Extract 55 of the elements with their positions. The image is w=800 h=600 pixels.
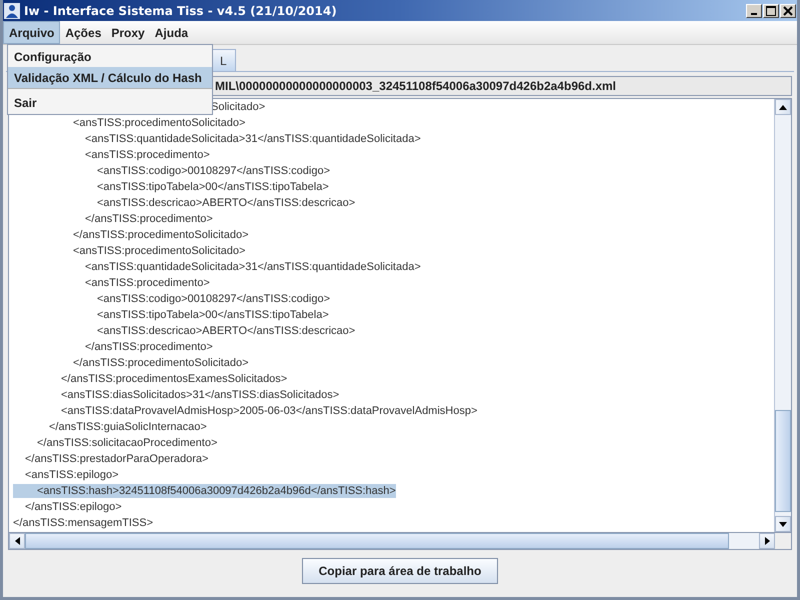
scroll-thumb[interactable] (25, 533, 729, 549)
xml-line: Solicitado> (211, 100, 266, 114)
xml-line: <ansTISS:descricao>ABERTO</ansTISS:descricao> (97, 324, 356, 338)
scroll-right-button[interactable] (759, 533, 775, 549)
close-icon (783, 6, 793, 16)
app-icon (4, 2, 20, 18)
scrollbar-corner (775, 533, 791, 549)
minimize-button[interactable] (746, 4, 762, 18)
left-arrow-icon (14, 537, 20, 545)
xml-line: <ansTISS:quantidadeSolicitada>31</ansTISS:quantidadeSolicitada> (85, 132, 421, 146)
menu-item[interactable]: Proxy (106, 21, 150, 44)
up-arrow-icon (779, 104, 787, 110)
menu-entry[interactable]: Validação XML / Cálculo do Hash (8, 67, 212, 89)
xml-line: <ansTISS:procedimentoSolicitado> (73, 116, 246, 130)
copy-button[interactable]: Copiar para área de trabalho (302, 558, 498, 584)
vertical-scrollbar[interactable] (774, 99, 791, 532)
xml-line: <ansTISS:tipoTabela>00</ansTISS:tipoTabela> (97, 180, 329, 194)
scroll-down-button[interactable] (775, 516, 791, 532)
right-arrow-icon (764, 537, 770, 545)
xml-line: </ansTISS:epilogo> (25, 500, 122, 514)
menu-item[interactable]: Ações (60, 21, 106, 44)
xml-line: <ansTISS:quantidadeSolicitada>31</ansTISS:quantidadeSolicitada> (85, 260, 421, 274)
maximize-icon (766, 6, 776, 16)
xml-line: </ansTISS:procedimentoSolicitado> (73, 356, 248, 370)
xml-line: <ansTISS:procedimento> (85, 276, 210, 290)
xml-line: </ansTISS:guiaSolicInternacao> (49, 420, 207, 434)
xml-line: </ansTISS:procedimentosExamesSolicitados> (61, 372, 288, 386)
menu-item[interactable]: Ajuda (150, 21, 194, 44)
xml-line: <ansTISS:codigo>00108297</ansTISS:codigo> (97, 292, 330, 306)
xml-line: <ansTISS:diasSolicitados>31</ansTISS:diasSolicitados> (61, 388, 340, 402)
xml-line: </ansTISS:solicitacaoProcedimento> (37, 436, 218, 450)
down-arrow-icon (779, 522, 787, 526)
tab[interactable]: L (211, 49, 236, 71)
xml-line: <ansTISS:codigo>00108297</ansTISS:codigo> (97, 164, 330, 178)
xml-line: </ansTISS:mensagemTISS> (13, 516, 154, 530)
window-title: Iw - Interface Sistema Tiss - v4.5 (21/10/2014) (24, 4, 337, 18)
xml-line: </ansTISS:procedimento> (85, 340, 213, 354)
xml-line: </ansTISS:prestadorParaOperadora> (25, 452, 208, 466)
xml-line: </ansTISS:procedimentoSolicitado> (73, 228, 248, 242)
minimize-icon (751, 12, 757, 14)
xml-line: </ansTISS:procedimento> (85, 212, 213, 226)
scroll-left-button[interactable] (9, 533, 25, 549)
scroll-thumb[interactable] (775, 410, 791, 512)
xml-line: <ansTISS:procedimentoSolicitado> (73, 244, 246, 258)
xml-line: <ansTISS:tipoTabela>00</ansTISS:tipoTabela> (97, 308, 329, 322)
xml-line: <ansTISS:descricao>ABERTO</ansTISS:descricao> (97, 196, 356, 210)
xml-line: <ansTISS:epilogo> (25, 468, 119, 482)
xml-line: <ansTISS:procedimento> (85, 148, 210, 162)
scroll-up-button[interactable] (775, 99, 791, 115)
menu-item[interactable]: Arquivo (3, 21, 60, 44)
close-button[interactable] (780, 4, 796, 18)
maximize-button[interactable] (763, 4, 779, 18)
menu-entry[interactable]: Configuração (8, 46, 212, 67)
xml-line: <ansTISS:dataProvavelAdmisHosp>2005-06-03</ansTISS:dataProvavelAdmisHosp> (61, 404, 478, 418)
horizontal-scrollbar[interactable] (9, 532, 791, 549)
